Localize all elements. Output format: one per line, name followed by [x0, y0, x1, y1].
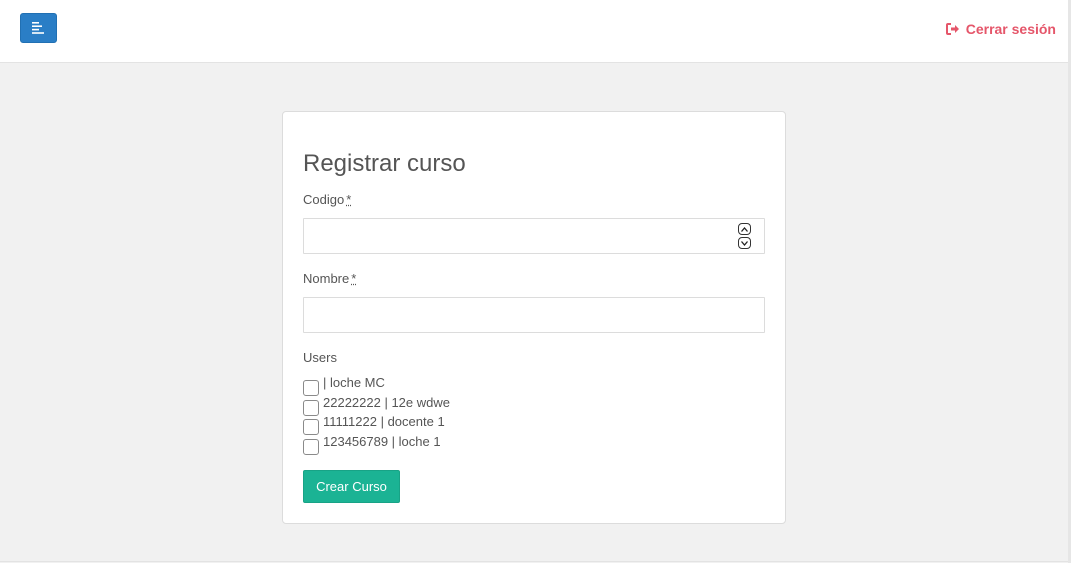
list-item: 22222222 | 12e wdwe — [303, 394, 450, 416]
codigo-label-text: Codigo — [303, 192, 345, 207]
list-item: 11111222 | docente 1 — [303, 414, 450, 435]
nombre-label-text: Nombre — [303, 271, 350, 286]
codigo-input[interactable] — [303, 218, 765, 254]
user-checkbox[interactable] — [303, 438, 319, 455]
users-checkbox-list: | loche MC 22222222 | 12e wdwe 11111222 … — [303, 375, 450, 455]
top-navbar: Cerrar sesión — [0, 0, 1068, 63]
nombre-label: Nombre * — [303, 271, 356, 286]
increment-button[interactable] — [738, 223, 751, 235]
required-marker: * — [346, 192, 352, 207]
list-item: | loche MC — [303, 375, 450, 396]
list-item: 123456789 | loche 1 — [303, 433, 450, 455]
bars-left-icon — [32, 22, 44, 34]
register-course-card: Registrar curso Codigo * Nombre * Users | … — [282, 111, 786, 524]
logout-label: Cerrar sesión — [965, 21, 1056, 37]
page-title: Registrar curso — [303, 150, 466, 177]
menu-toggle-button[interactable] — [20, 13, 57, 43]
logout-link[interactable]: Cerrar sesión — [945, 20, 1056, 38]
user-label: 22222222 | 12e wdwe — [323, 394, 450, 410]
users-label: Users — [303, 350, 337, 365]
user-label: 11111222 | docente 1 — [323, 414, 445, 429]
chevron-up-icon — [741, 226, 748, 232]
divider — [0, 561, 1068, 562]
user-label: 123456789 | loche 1 — [323, 433, 441, 449]
number-spinner — [738, 223, 752, 249]
nombre-input[interactable] — [303, 297, 765, 333]
create-course-button[interactable]: Crear Curso — [303, 470, 400, 503]
codigo-label: Codigo * — [303, 192, 351, 207]
required-marker: * — [351, 271, 357, 286]
sign-out-icon — [945, 23, 960, 35]
user-label: | loche MC — [323, 375, 385, 390]
chevron-down-icon — [741, 240, 748, 246]
decrement-button[interactable] — [738, 237, 751, 249]
